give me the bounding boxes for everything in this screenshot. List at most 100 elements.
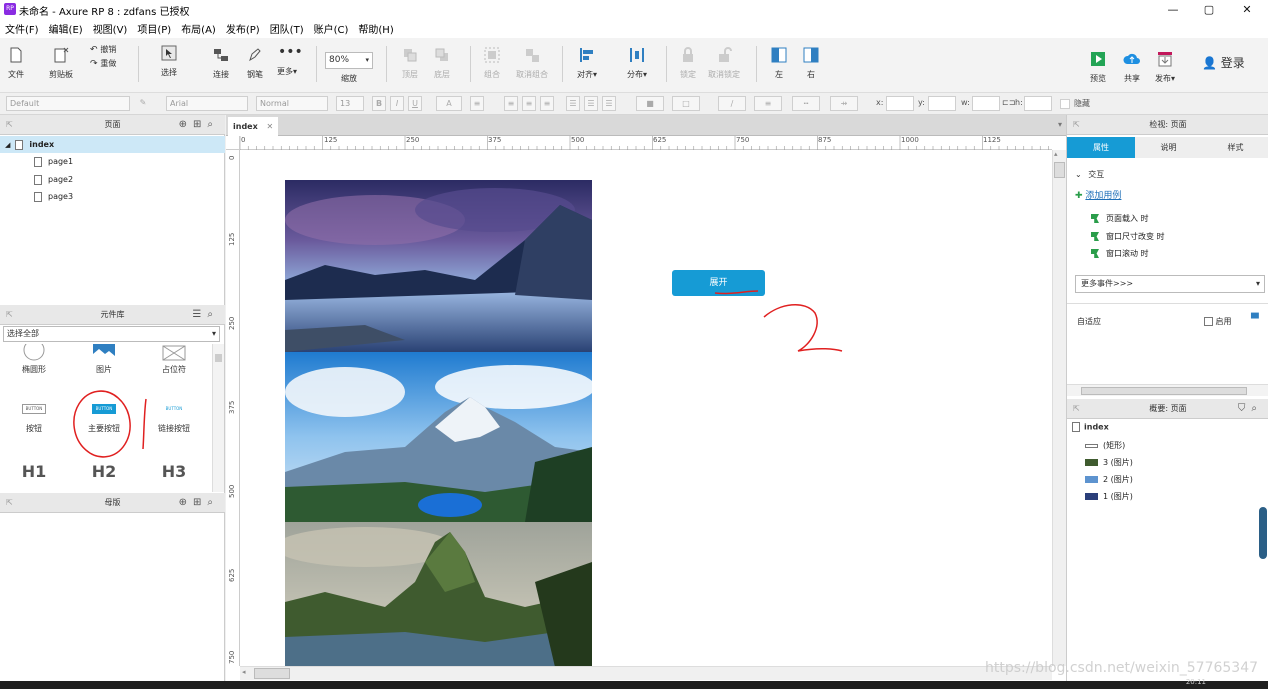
page-tree-item-index[interactable]: ◢ index [0, 136, 225, 153]
page-tree-item-page3[interactable]: page3 [0, 188, 225, 205]
file-button[interactable]: 文件 [4, 46, 28, 80]
connect-tool[interactable]: 连接 [206, 46, 236, 80]
login-button[interactable]: 👤 登录 [1202, 54, 1252, 71]
menu-icon[interactable]: ☰ [192, 309, 207, 320]
close-tab-icon[interactable]: ✕ [267, 122, 274, 131]
send-to-back-button[interactable]: 底层 [428, 46, 456, 80]
interaction-section[interactable]: ⌄ 交互 [1075, 169, 1104, 180]
zoom-dropdown[interactable]: 80% ▾ [325, 52, 373, 69]
add-page-icon[interactable]: ⊕ [179, 119, 193, 130]
h-scroll-thumb[interactable] [254, 668, 290, 679]
minimize-button[interactable]: — [1156, 0, 1190, 19]
share-button[interactable]: 共享 [1118, 50, 1146, 84]
collapse-arrow-icon[interactable]: ⇱ [6, 115, 13, 135]
publish-button[interactable]: 发布▾ [1150, 50, 1180, 84]
shadow-icon[interactable]: □ [672, 96, 700, 111]
bullet-list-icon[interactable]: ≡ [470, 96, 484, 111]
font-weight-dropdown[interactable]: Normal [256, 96, 328, 111]
undo-button[interactable]: ↶ 撤销 [90, 44, 126, 55]
italic-button[interactable]: I [390, 96, 404, 111]
add-case-link[interactable]: ✚ 添加用例 [1075, 188, 1121, 201]
preview-button[interactable]: 预览 [1084, 50, 1112, 84]
more-events-dropdown[interactable]: 更多事件>>> ▾ [1075, 275, 1265, 293]
tabs-overflow-icon[interactable]: ▾ [1058, 120, 1062, 129]
lock-button[interactable]: 锁定 [674, 46, 702, 80]
style-editor-icon[interactable]: ✎ [136, 96, 150, 111]
line-width-icon[interactable]: ≡ [754, 96, 782, 111]
page-tree-item-page1[interactable]: page1 [0, 153, 225, 170]
hide-checkbox[interactable] [1060, 99, 1070, 109]
y-input[interactable] [928, 96, 956, 111]
menu-account[interactable]: 账户(C) [314, 21, 349, 36]
inspector-scroll-thumb[interactable] [1081, 387, 1247, 395]
outline-root[interactable]: index [1072, 422, 1109, 432]
inspector-h-scrollbar[interactable] [1067, 384, 1268, 396]
group-button[interactable]: 组合 [478, 46, 506, 80]
menu-publish[interactable]: 发布(P) [226, 21, 260, 36]
canvas-image-1[interactable] [285, 180, 592, 352]
menu-help[interactable]: 帮助(H) [358, 21, 393, 36]
link-size-icon[interactable]: ⊏⊐ [1002, 98, 1015, 107]
event-window-scroll[interactable]: 窗口滚动 时 [1091, 248, 1149, 259]
clipboard-button[interactable]: 剪贴板 [44, 46, 78, 80]
menu-project[interactable]: 项目(P) [137, 21, 171, 36]
canvas-horizontal-scrollbar[interactable]: ◂ [240, 666, 1052, 680]
distribute-button[interactable]: 分布▾ [620, 46, 654, 80]
add-master-icon[interactable]: ⊕ [179, 497, 193, 508]
ungroup-button[interactable]: 取消组合 [510, 46, 554, 80]
fill-color-icon[interactable]: ■ [636, 96, 664, 111]
valign-middle-icon[interactable]: ☰ [584, 96, 598, 111]
canvas-vertical-scrollbar[interactable]: ▴ [1052, 150, 1066, 666]
adaptive-views-icon[interactable]: ▀ [1251, 314, 1259, 325]
close-window-button[interactable]: ✕ [1230, 0, 1264, 19]
search-icon[interactable]: ⌕ [1251, 403, 1263, 414]
move-left-button[interactable]: 左 [766, 46, 792, 80]
menu-arrange[interactable]: 布局(A) [181, 21, 216, 36]
filter-icon[interactable]: ⛉ [1238, 403, 1252, 414]
menu-view[interactable]: 视图(V) [93, 21, 128, 36]
tab-properties[interactable]: 属性 [1067, 137, 1135, 158]
font-size-dropdown[interactable]: 13 [336, 96, 364, 111]
more-tools-button[interactable]: ••• 更多▾ [272, 45, 303, 77]
menu-edit[interactable]: 编辑(E) [49, 21, 83, 36]
font-dropdown[interactable]: Arial [166, 96, 248, 111]
line-color-icon[interactable]: ∕ [718, 96, 746, 111]
underline-button[interactable]: U [408, 96, 422, 111]
menu-team[interactable]: 团队(T) [270, 21, 304, 36]
tab-style[interactable]: 样式 [1202, 137, 1268, 158]
move-right-button[interactable]: 右 [798, 46, 824, 80]
h-input[interactable] [1024, 96, 1052, 111]
valign-bottom-icon[interactable]: ☰ [602, 96, 616, 111]
search-icon[interactable]: ⌕ [207, 309, 219, 320]
enable-adaptive-checkbox[interactable]: 启用 [1204, 316, 1232, 327]
style-dropdown[interactable]: Default [6, 96, 130, 111]
bold-button[interactable]: B [372, 96, 386, 111]
floating-side-widget[interactable] [1259, 507, 1267, 559]
library-filter-dropdown[interactable]: 选择全部 ▾ [3, 326, 220, 342]
outline-item-image-2[interactable]: 2 (图片) [1085, 474, 1133, 485]
x-input[interactable] [886, 96, 914, 111]
expand-triangle-icon[interactable]: ◢ [5, 141, 10, 149]
design-canvas[interactable]: 展开 [240, 150, 1052, 666]
arrow-style-icon[interactable]: ⇸ [830, 96, 858, 111]
maximize-button[interactable]: ▢ [1192, 0, 1226, 19]
library-scroll-thumb[interactable] [215, 354, 222, 362]
select-tool[interactable]: 选择 [146, 44, 192, 78]
align-text-left-icon[interactable]: ≡ [504, 96, 518, 111]
align-text-center-icon[interactable]: ≡ [522, 96, 536, 111]
add-folder-icon[interactable]: ⊞ [193, 119, 207, 130]
canvas-image-3[interactable] [285, 522, 592, 666]
outline-item-image-3[interactable]: 3 (图片) [1085, 457, 1133, 468]
event-page-load[interactable]: 页面载入 时 [1091, 213, 1149, 224]
tab-notes[interactable]: 说明 [1135, 137, 1202, 158]
page-tree-item-page2[interactable]: page2 [0, 171, 225, 188]
collapse-arrow-icon[interactable]: ⇱ [6, 493, 13, 513]
line-style-icon[interactable]: ┅ [792, 96, 820, 111]
outline-item-rectangle[interactable]: (矩形) [1085, 440, 1125, 451]
unlock-button[interactable]: 取消锁定 [704, 46, 744, 80]
add-folder-icon[interactable]: ⊞ [193, 497, 207, 508]
w-input[interactable] [972, 96, 1000, 111]
tab-index[interactable]: index ✕ [228, 117, 278, 136]
event-window-resize[interactable]: 窗口尺寸改变 时 [1091, 231, 1165, 242]
library-scrollbar[interactable] [212, 344, 224, 492]
